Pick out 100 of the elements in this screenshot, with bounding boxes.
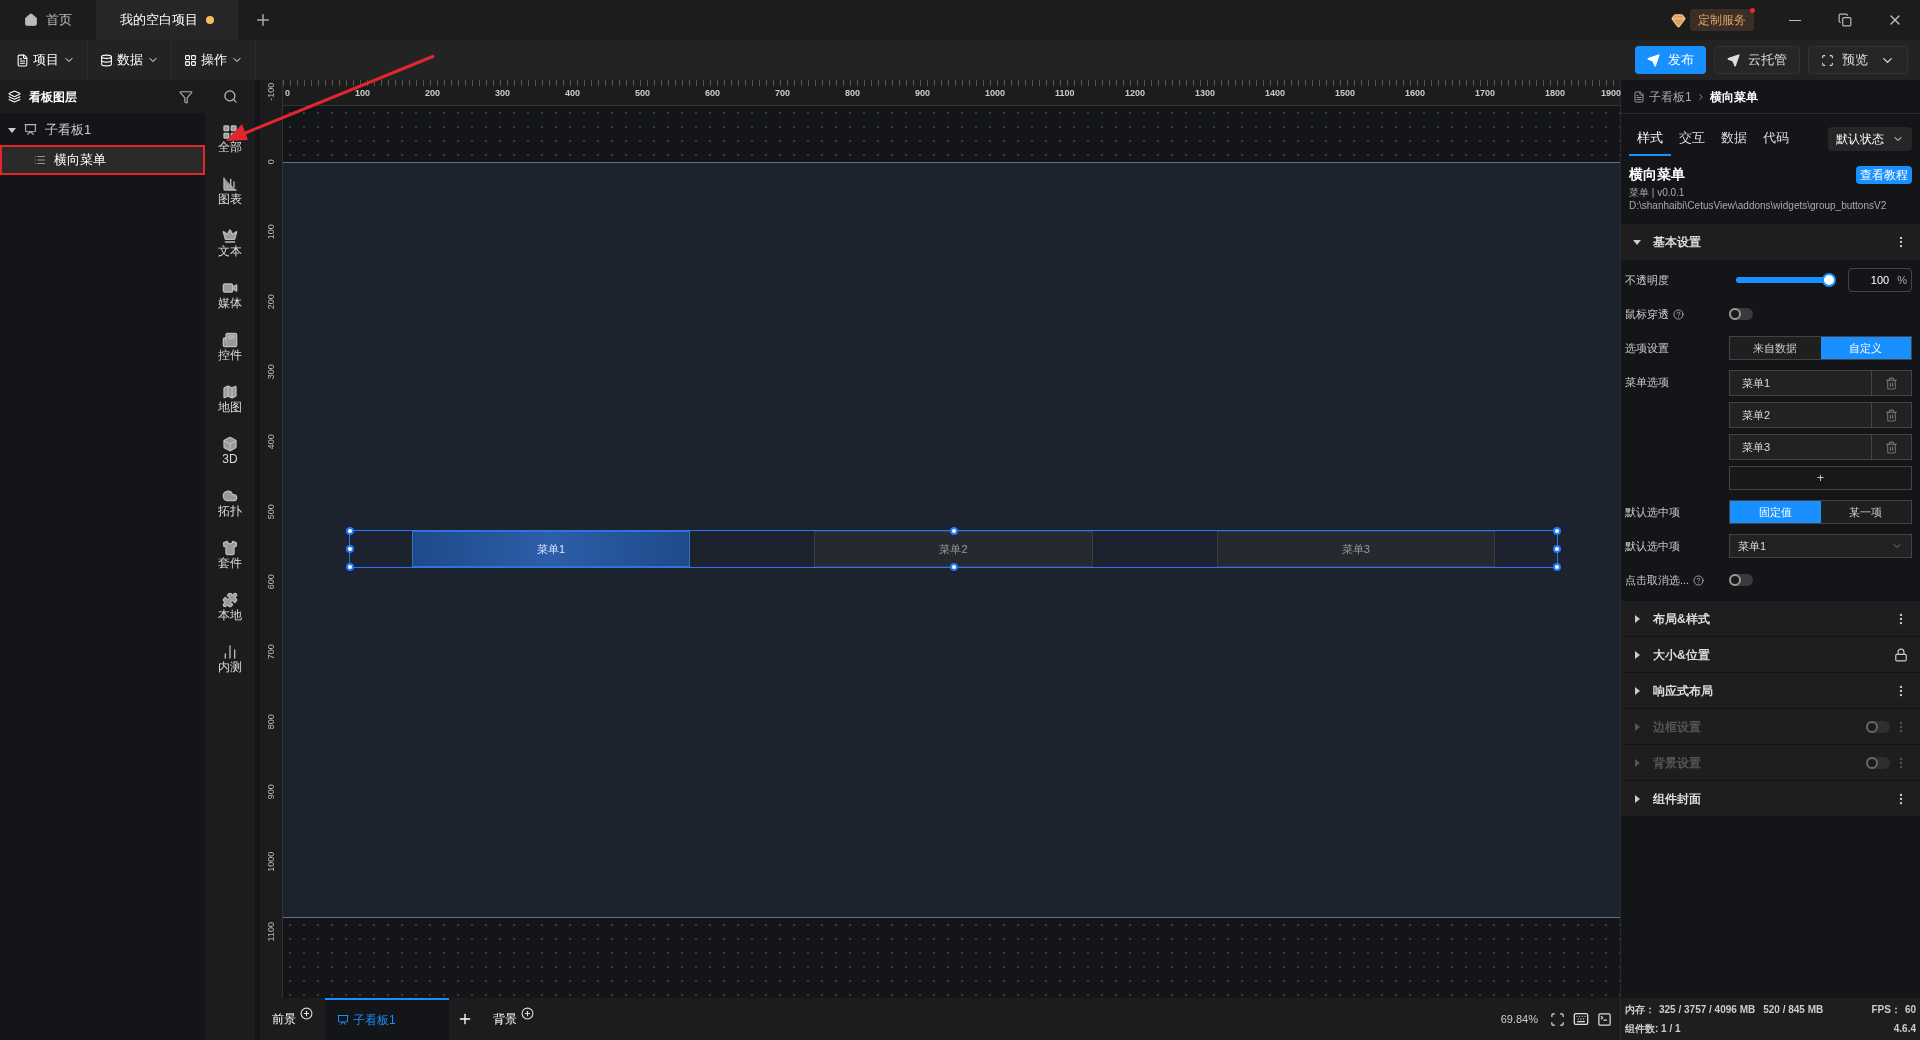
property-label: 选项设置 <box>1625 340 1669 356</box>
fps-label: FPS： <box>1871 1003 1901 1017</box>
expand-triangle-icon[interactable] <box>1633 794 1641 803</box>
resize-handle[interactable] <box>949 563 958 571</box>
window-tab[interactable]: 我的空白项目 <box>96 0 238 40</box>
layer-tab[interactable]: 前景 <box>260 998 325 1040</box>
fullscreen-icon <box>1821 53 1834 67</box>
memory-label: 内存： <box>1625 1003 1655 1017</box>
state-select[interactable]: 默认状态 <box>1828 127 1912 151</box>
map-icon <box>222 383 238 400</box>
inspector-tab[interactable]: 样式 <box>1629 122 1671 156</box>
filter-icon[interactable] <box>179 89 193 104</box>
grid-icon <box>184 53 197 67</box>
category-button[interactable]: 本地 <box>218 581 242 633</box>
custom-service-button[interactable]: 定制服务 <box>1690 9 1754 31</box>
collapse-triangle-icon[interactable] <box>8 125 16 134</box>
menu-item[interactable]: 菜单1 <box>412 531 691 567</box>
help-icon[interactable] <box>1693 574 1705 586</box>
menu-item[interactable]: 菜单2 <box>814 531 1093 567</box>
property-label: 点击取消选... <box>1625 572 1690 588</box>
category-button[interactable]: 控件 <box>218 321 242 373</box>
plus-icon <box>254 11 272 29</box>
menu-option-field[interactable]: 菜单2 <box>1729 402 1872 428</box>
terminal-icon[interactable] <box>1597 1011 1612 1027</box>
resize-handle[interactable] <box>346 527 354 535</box>
delete-button[interactable] <box>1872 402 1912 428</box>
gem-icon <box>1671 12 1686 28</box>
memory-value: 325 / 3757 / 4096 MB <box>1659 1003 1756 1017</box>
property-label: 鼠标穿透 <box>1625 306 1669 322</box>
inspector-tab[interactable]: 交互 <box>1671 122 1713 156</box>
database-icon <box>100 53 113 67</box>
expand-triangle-icon[interactable] <box>1633 650 1641 659</box>
category-button[interactable]: 内测 <box>218 633 242 685</box>
category-button[interactable]: 拓扑 <box>218 477 242 529</box>
layer-tab[interactable]: 子看板1 <box>325 998 449 1040</box>
property-label: 默认选中项 <box>1625 504 1680 520</box>
preview-button[interactable]: 预览 <box>1808 46 1908 74</box>
add-circle-icon[interactable] <box>300 1006 313 1020</box>
list-icon <box>34 154 46 166</box>
menu-option-field[interactable]: 菜单3 <box>1729 434 1872 460</box>
minimize-icon <box>1789 19 1801 21</box>
widget-path: D:\shanhaibi\CetusView\addons\widgets\group_buttonsV2 <box>1629 200 1888 212</box>
expand-triangle-icon[interactable] <box>1633 686 1641 695</box>
resize-handle[interactable] <box>949 527 958 535</box>
horizontal-ruler: 0 100 200 300 400 500 600 700 800 900 1000 1100 1200 1300 1400 1500 1600 1700 1800 1900 <box>283 80 1620 106</box>
default-select[interactable]: 菜单1 <box>1729 534 1912 558</box>
add-option-button[interactable]: + <box>1729 466 1912 490</box>
menu-option-field[interactable]: 菜单1 <box>1729 370 1872 396</box>
restore-icon <box>1838 13 1852 27</box>
inspector-tab[interactable]: 代码 <box>1755 122 1797 156</box>
resize-handle[interactable] <box>346 563 354 571</box>
breadcrumb-item: 横向菜单 <box>1709 88 1758 106</box>
opacity-input[interactable]: 100 % <box>1848 268 1912 292</box>
delete-button[interactable] <box>1872 370 1912 396</box>
tree-item[interactable]: 子看板1 <box>0 117 205 142</box>
toggle-switch[interactable] <box>1729 574 1753 586</box>
home-icon <box>24 13 38 27</box>
toggle-switch[interactable] <box>1729 308 1753 320</box>
delete-button[interactable] <box>1872 434 1912 460</box>
property-label: 不透明度 <box>1625 272 1669 288</box>
expand-triangle-icon[interactable] <box>1633 614 1641 623</box>
resize-handle[interactable] <box>346 545 354 553</box>
category-button[interactable]: 3D <box>222 425 238 477</box>
crown-icon <box>222 227 238 244</box>
memory-value: 520 / 845 MB <box>1763 1003 1824 1017</box>
search-icon[interactable] <box>222 89 238 104</box>
resize-handle[interactable] <box>1553 563 1561 571</box>
menu-item[interactable]: 菜单3 <box>1216 531 1495 567</box>
help-icon[interactable] <box>1673 308 1684 320</box>
resize-handle[interactable] <box>1553 545 1561 553</box>
layers-icon <box>8 90 21 103</box>
panel-title: 看板图层 <box>29 88 78 106</box>
version-number: 4.6.4 <box>1893 1022 1916 1036</box>
layer-tab[interactable]: 背景 <box>481 998 546 1040</box>
tree-item[interactable]: 横向菜单 <box>2 147 203 173</box>
resize-handle[interactable] <box>1553 527 1561 535</box>
widget-name: 横向菜单 <box>1629 165 1685 184</box>
horizontal-menu-widget[interactable]: 菜单1 菜单2 菜单3 <box>349 530 1558 568</box>
add-circle-icon[interactable] <box>521 1006 534 1020</box>
cube-icon <box>222 435 238 452</box>
category-button[interactable]: 媒体 <box>218 269 242 321</box>
document-icon <box>16 53 29 67</box>
send-icon <box>1647 53 1660 67</box>
breadcrumb-item[interactable]: 子看板1 <box>1649 87 1692 106</box>
segment-option[interactable]: 来自数据 <box>1730 337 1821 359</box>
fit-screen-icon[interactable] <box>1550 1011 1565 1027</box>
category-button[interactable]: 图表 <box>218 165 242 217</box>
cloud-hosting-button[interactable]: 云托管 <box>1714 46 1800 74</box>
segment-option[interactable]: 某一项 <box>1820 501 1911 523</box>
category-button[interactable]: 套件 <box>218 529 242 581</box>
category-button[interactable]: 地图 <box>218 373 242 425</box>
lock-icon[interactable] <box>1894 647 1908 662</box>
keyboard-icon[interactable] <box>1573 1011 1589 1027</box>
inspector-tab[interactable]: 数据 <box>1713 122 1755 156</box>
page-icon <box>1633 90 1645 103</box>
trash-icon <box>1885 376 1898 390</box>
collapse-triangle-icon[interactable] <box>1633 238 1641 246</box>
category-button[interactable]: 文本 <box>218 217 242 269</box>
component-count: 组件数: 1 / 1 <box>1625 1022 1681 1036</box>
window-tab[interactable]: 首页 <box>0 0 96 40</box>
